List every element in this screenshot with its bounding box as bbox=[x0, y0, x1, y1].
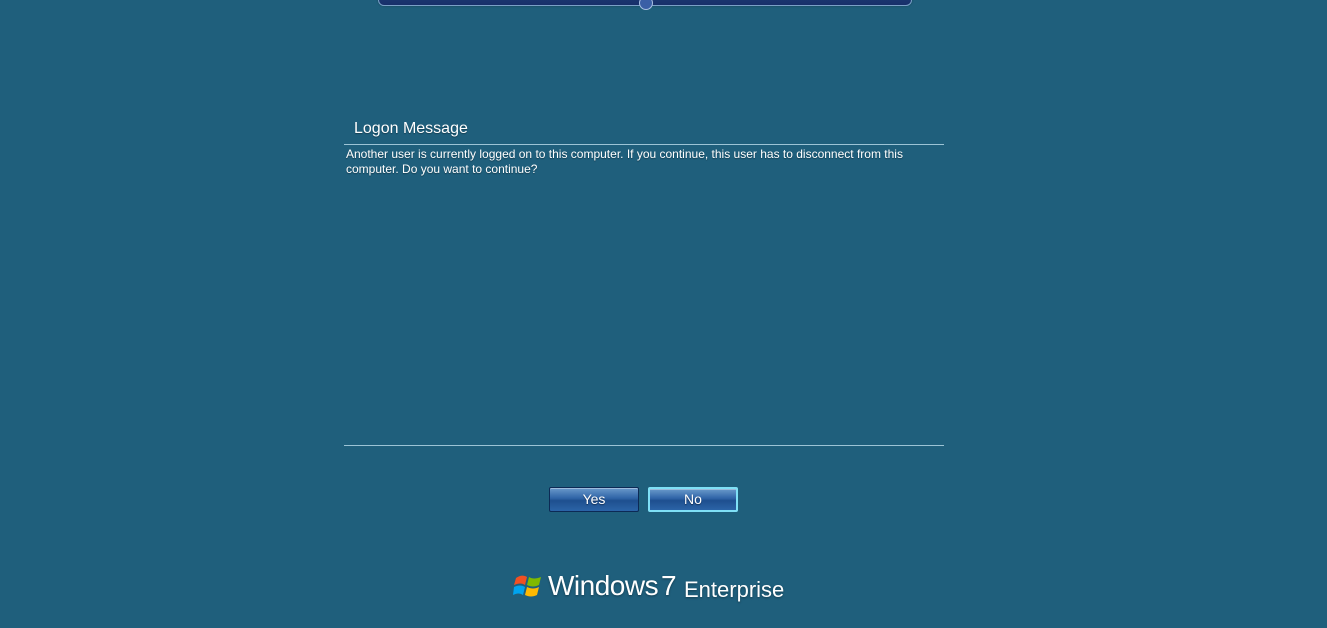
dialog-message: Another user is currently logged on to t… bbox=[346, 147, 903, 176]
windows-version: 7 bbox=[661, 570, 677, 601]
banner-indicator bbox=[639, 0, 653, 10]
yes-button[interactable]: Yes bbox=[549, 487, 639, 512]
top-banner bbox=[378, 0, 912, 10]
bottom-divider bbox=[344, 445, 944, 446]
no-button[interactable]: No bbox=[648, 487, 738, 512]
title-divider bbox=[344, 144, 944, 145]
dialog-title: Logon Message bbox=[354, 120, 468, 137]
windows-wordmark: Windows bbox=[548, 570, 659, 601]
logon-message-dialog: Logon Message Another user is currently … bbox=[344, 116, 944, 446]
windows-flag-icon bbox=[513, 572, 543, 600]
windows-edition: Enterprise bbox=[684, 577, 785, 602]
